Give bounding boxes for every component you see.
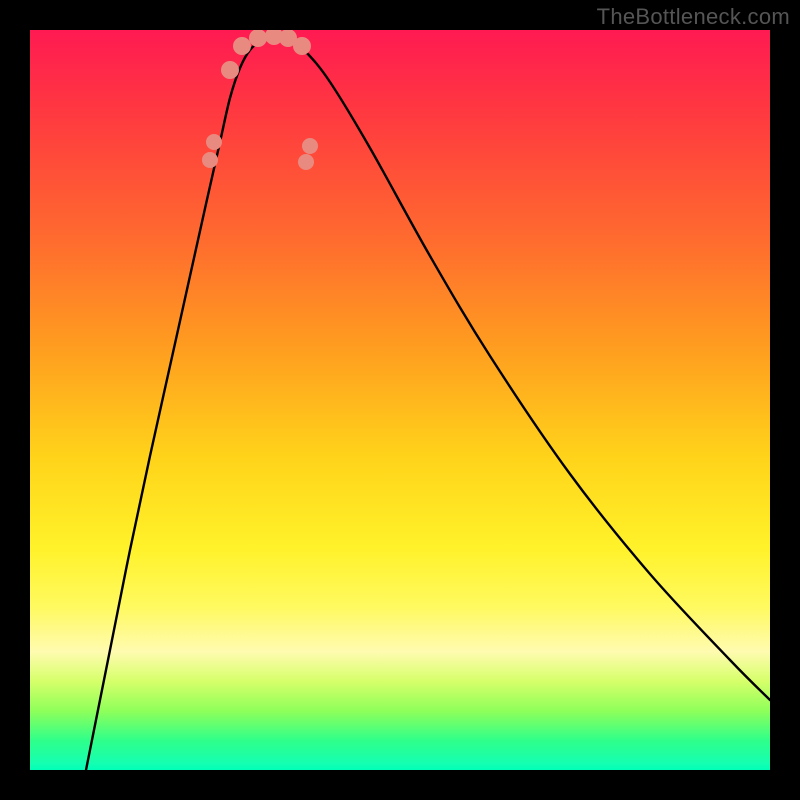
bottleneck-curve xyxy=(86,36,770,770)
marker-dot xyxy=(293,37,311,55)
marker-dot xyxy=(233,37,251,55)
marker-dot xyxy=(298,154,314,170)
marker-dot xyxy=(202,152,218,168)
watermark-text: TheBottleneck.com xyxy=(597,4,790,30)
chart-frame: TheBottleneck.com xyxy=(0,0,800,800)
marker-dot xyxy=(221,61,239,79)
marker-dot xyxy=(302,138,318,154)
curve-layer xyxy=(30,30,770,770)
plot-area xyxy=(30,30,770,770)
marker-dot xyxy=(249,30,267,47)
marker-dot xyxy=(206,134,222,150)
